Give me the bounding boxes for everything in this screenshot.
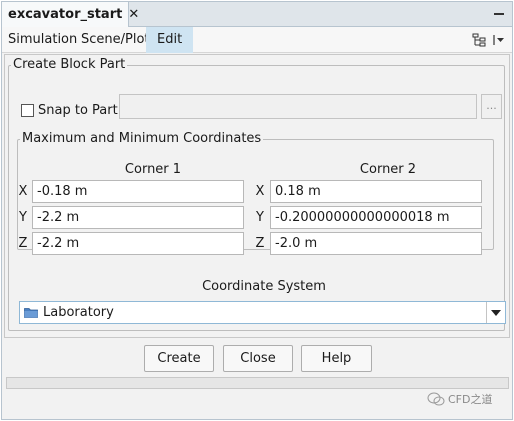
watermark-text: CFD之道 [448,393,493,406]
corner2-header: Corner 2 [359,162,417,177]
progress-bar [6,377,509,389]
menu-scene-plot[interactable]: Scene/Plot [77,27,154,53]
tab-bar: excavator_start ✕ [2,2,512,27]
watermark: CFD之道 [427,391,492,407]
dropdown-menu-icon[interactable] [492,33,506,47]
menu-bar: Simulation Scene/Plot Edit [2,27,512,53]
coordinate-system-select[interactable]: Laboratory [19,301,506,324]
create-block-part-title: Create Block Part [13,57,126,72]
window-frame: excavator_start ✕ Simulation Scene/Plot … [1,1,513,420]
snap-to-part-label: Snap to Part [38,103,118,118]
tab-title: excavator_start [8,7,123,22]
corner1-y-label: Y [19,210,27,225]
corner2-z-label: Z [255,236,265,251]
coordinates-group: Maximum and Minimum Coordinates Corner 1… [17,131,494,255]
folder-icon [24,308,38,318]
tree-view-icon[interactable] [472,33,486,47]
corner1-x-field[interactable]: -0.18 m [32,180,244,203]
browse-part-button[interactable]: ... [481,94,502,119]
coordinate-system-label: Coordinate System [202,279,326,294]
create-block-part-panel: Create Block Part Snap to Part ... Maxim… [4,54,510,338]
wechat-icon [427,392,445,406]
close-button[interactable]: Close [223,345,293,372]
corner1-x-label: X [18,184,28,199]
minimize-icon[interactable] [494,13,504,15]
menu-simulation[interactable]: Simulation [4,27,81,53]
snap-to-part-field[interactable] [119,94,477,119]
menu-edit[interactable]: Edit [146,27,194,53]
create-block-part-group: Create Block Part Snap to Part ... Maxim… [8,57,506,331]
corner2-x-field[interactable]: 0.18 m [270,180,482,203]
tab-excavator-start[interactable]: excavator_start ✕ [2,2,139,27]
coordinates-title: Maximum and Minimum Coordinates [22,131,262,146]
coordinate-system-value: Laboratory [43,305,114,320]
corner2-z-field[interactable]: -2.0 m [270,232,482,255]
create-button[interactable]: Create [144,345,214,372]
corner1-z-label: Z [18,236,28,251]
close-icon[interactable]: ✕ [128,7,139,22]
corner1-header: Corner 1 [124,162,182,177]
snap-to-part-checkbox[interactable] [21,104,34,117]
snap-to-part-checkbox-row[interactable]: Snap to Part [21,103,118,118]
help-button[interactable]: Help [301,345,372,372]
chevron-down-icon[interactable] [486,302,505,323]
corner2-y-field[interactable]: -0.20000000000000018 m [270,206,482,229]
corner2-x-label: X [255,184,265,199]
corner2-y-label: Y [256,210,264,225]
corner1-y-field[interactable]: -2.2 m [32,206,244,229]
corner1-z-field[interactable]: -2.2 m [32,232,244,255]
